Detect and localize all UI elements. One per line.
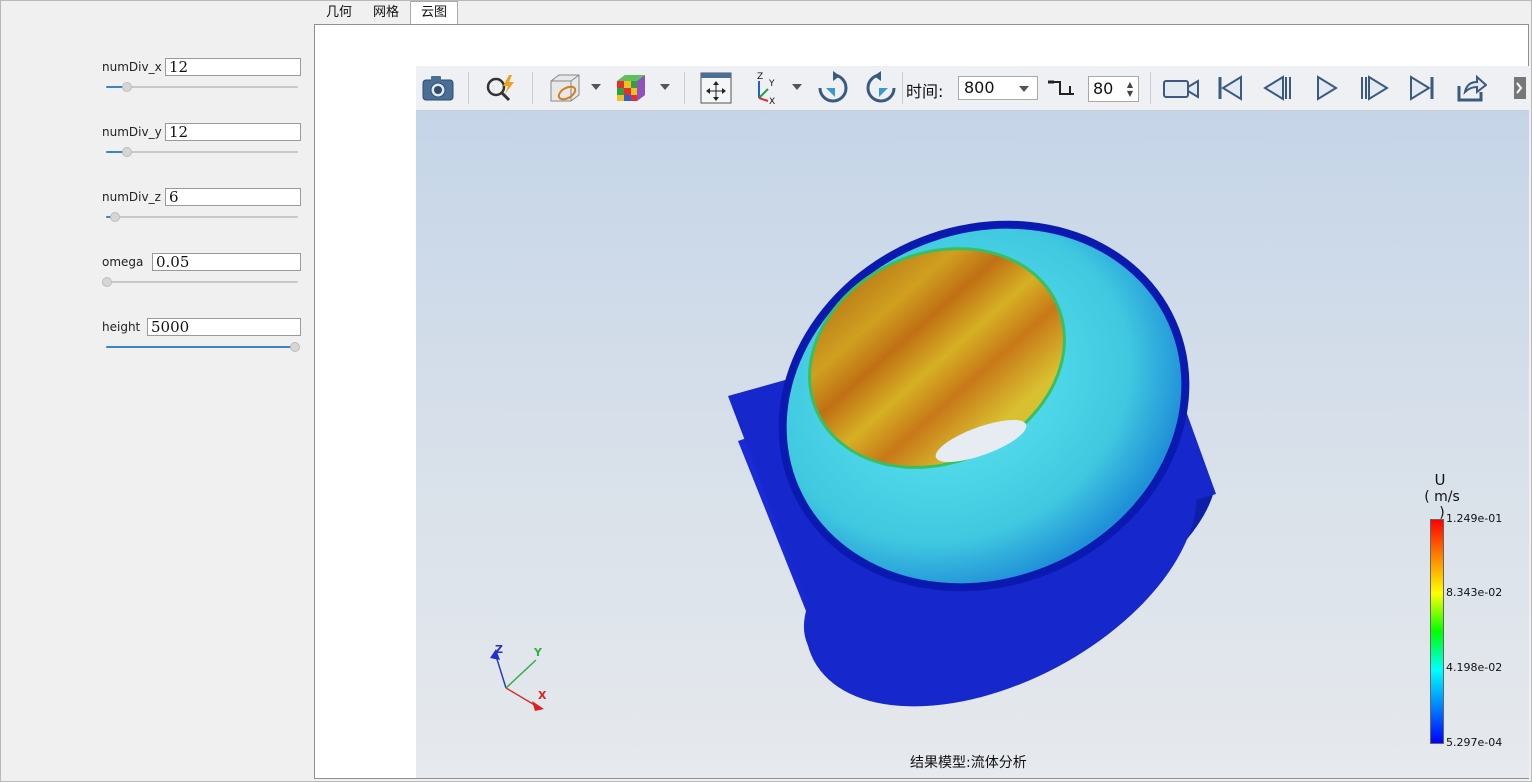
omega-slider-track[interactable] [106, 281, 298, 283]
spin-up-icon[interactable]: ▲ [1127, 81, 1133, 89]
prev-frame-icon[interactable] [1262, 66, 1294, 110]
toolbar-separator [684, 72, 685, 104]
param-label-omega: omega [102, 255, 144, 269]
triad-z-label: Z [495, 643, 503, 656]
toolbar-separator [902, 72, 903, 104]
triad-y-label: Y [534, 646, 542, 659]
numdiv-x-slider-thumb[interactable] [122, 82, 132, 92]
numdiv-y-slider-track[interactable] [106, 151, 298, 153]
spin-down-icon[interactable]: ▼ [1127, 90, 1133, 98]
clip-plane-icon[interactable] [544, 66, 584, 110]
svg-text:X: X [769, 97, 775, 106]
contour-model [490, 220, 1216, 711]
color-cube-icon[interactable] [612, 66, 648, 110]
axes-dropdown-icon[interactable] [792, 84, 802, 90]
numdiv-z-input[interactable]: 6 [165, 188, 301, 206]
toolbar-separator [532, 72, 533, 104]
height-slider-fill [106, 346, 294, 348]
triad-x-label: X [538, 689, 547, 702]
numdiv-y-input[interactable]: 12 [165, 123, 301, 141]
tab-contour[interactable]: 云图 [410, 1, 459, 26]
legend-min: 5.297e-04 [1446, 736, 1503, 749]
rotate-cw-icon[interactable] [814, 66, 852, 110]
color-cube-dropdown-icon[interactable] [660, 84, 670, 90]
more-icon[interactable] [1506, 66, 1529, 110]
axes-icon[interactable]: ZYX [748, 66, 788, 110]
legend-tick-2: 8.343e-02 [1446, 586, 1503, 599]
camera-icon[interactable] [420, 66, 456, 110]
last-frame-icon[interactable] [1406, 66, 1438, 110]
height-input[interactable]: 5000 [147, 318, 301, 336]
render-viewport[interactable]: Z Y X [416, 111, 1529, 778]
numdiv-x-slider-track[interactable] [106, 86, 298, 88]
param-label-height: height [102, 320, 141, 334]
chevron-down-icon [1019, 86, 1029, 92]
legend-color-bar [1430, 519, 1444, 744]
rotate-ccw-icon[interactable] [862, 66, 900, 110]
svg-text:Z: Z [757, 72, 763, 82]
height-slider-thumb[interactable] [290, 342, 300, 352]
numdiv-x-input[interactable]: 12 [165, 58, 301, 76]
numdiv-z-slider-track[interactable] [106, 216, 298, 218]
numdiv-y-slider-thumb[interactable] [122, 147, 132, 157]
tab-mesh[interactable]: 网格 [363, 2, 409, 24]
time-label: 时间: [906, 82, 944, 101]
toolbar-separator [468, 72, 469, 104]
omega-input[interactable]: 0.05 [152, 253, 301, 271]
next-frame-icon[interactable] [1358, 66, 1390, 110]
tab-geometry[interactable]: 几何 [316, 2, 362, 24]
frame-step-value: 80 [1093, 79, 1114, 98]
frame-step-icon [1046, 66, 1076, 110]
clip-plane-dropdown-icon[interactable] [591, 84, 601, 90]
play-icon[interactable] [1312, 66, 1342, 110]
legend-max: 1.249e-01 [1446, 512, 1503, 525]
toolbar-separator [1150, 72, 1151, 104]
first-frame-icon[interactable] [1214, 66, 1246, 110]
legend-variable: U [1434, 471, 1446, 489]
svg-text:Y: Y [768, 79, 775, 89]
param-label-numdiv-y: numDiv_y [102, 125, 162, 139]
numdiv-z-slider-thumb[interactable] [110, 212, 120, 222]
param-label-numdiv-z: numDiv_z [102, 190, 161, 204]
time-select[interactable]: 800 [958, 76, 1038, 100]
export-icon[interactable] [1454, 66, 1488, 110]
time-select-value: 800 [964, 78, 995, 97]
legend-tick-3: 4.198e-02 [1446, 661, 1503, 674]
frame-step-spinbox[interactable]: 80 ▲ ▼ [1088, 76, 1139, 102]
model-caption: 结果模型:流体分析 [910, 755, 1027, 771]
param-label-numdiv-x: numDiv_x [102, 60, 162, 74]
record-icon[interactable] [1162, 66, 1200, 110]
pan-icon[interactable] [698, 66, 734, 110]
zoom-fit-icon[interactable] [482, 66, 520, 110]
omega-slider-thumb[interactable] [102, 277, 112, 287]
